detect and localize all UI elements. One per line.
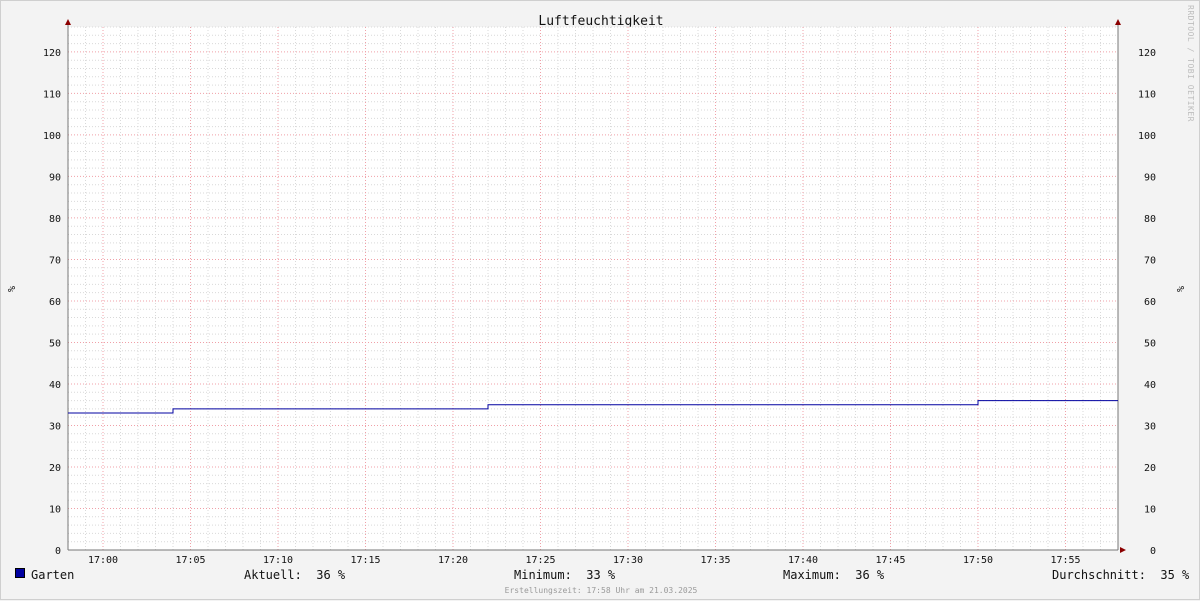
x-tick-label: 17:15: [350, 555, 380, 566]
y-tick-label-left: 110: [43, 89, 61, 100]
y-tick-label-left: 100: [43, 131, 61, 142]
y-tick-label-right: 10: [1144, 504, 1156, 515]
humidity-chart: Luftfeuchtigkeit RRDTOOL / TOBI OETIKER …: [5, 5, 1195, 566]
y-tick-label-left: 120: [43, 48, 61, 59]
x-tick-label: 17:25: [525, 555, 555, 566]
rrdtool-watermark: RRDTOOL / TOBI OETIKER: [1186, 5, 1195, 122]
y-tick-label-left: 60: [49, 297, 61, 308]
y-axis-label-left: %: [5, 286, 16, 292]
x-tick-label: 17:35: [700, 555, 730, 566]
y-axis-label-right: %: [1174, 286, 1185, 292]
y-tick-label-right: 50: [1144, 338, 1156, 349]
y-tick-label-left: 10: [49, 504, 61, 515]
y-tick-label-right: 120: [1138, 48, 1156, 59]
x-tick-label: 17:05: [175, 555, 205, 566]
y-axis-arrow-left: [65, 19, 71, 25]
series-color-swatch: [15, 568, 25, 578]
y-tick-label-right: 20: [1144, 463, 1156, 474]
y-tick-label-left: 20: [49, 463, 61, 474]
creation-timestamp: Erstellungszeit: 17:58 Uhr am 21.03.2025: [504, 586, 698, 595]
chart-frame: Luftfeuchtigkeit RRDTOOL / TOBI OETIKER …: [0, 0, 1200, 600]
x-axis-arrow: [1120, 547, 1126, 553]
x-tick-label: 17:55: [1050, 555, 1080, 566]
y-tick-label-right: 60: [1144, 297, 1156, 308]
y-tick-label-right: 70: [1144, 255, 1156, 266]
legend-maximum-value: Maximum: 36 %: [783, 568, 885, 582]
y-tick-label-left: 90: [49, 172, 61, 183]
x-tick-label: 17:20: [438, 555, 468, 566]
legend-minimum-value: Minimum: 33 %: [514, 568, 616, 582]
y-tick-label-left: 50: [49, 338, 61, 349]
y-tick-label-left: 30: [49, 421, 61, 432]
x-tick-label: 17:30: [613, 555, 643, 566]
x-tick-label: 17:10: [263, 555, 293, 566]
plot-area: 0 0 10 10 20 20 30 30 40 40 50 50 60 60 70 70 80 80 90 90 10…: [43, 19, 1156, 566]
y-tick-label-right: 0: [1150, 546, 1156, 557]
legend-current-value: Aktuell: 36 %: [244, 568, 346, 582]
legend: Garten Aktuell: 36 % Minimum: 33 % Maxim…: [15, 568, 1190, 584]
y-tick-label-right: 40: [1144, 380, 1156, 391]
y-tick-label-left: 0: [55, 546, 61, 557]
x-tick-label: 17:45: [875, 555, 905, 566]
legend-average-value: Durchschnitt: 35 %: [1052, 568, 1190, 582]
y-tick-label-left: 70: [49, 255, 61, 266]
y-tick-label-left: 40: [49, 380, 61, 391]
y-axis-arrow-right: [1115, 19, 1121, 25]
y-tick-label-right: 100: [1138, 131, 1156, 142]
x-tick-label: 17:00: [88, 555, 118, 566]
legend-series-name: Garten: [31, 568, 75, 582]
y-tick-label-left: 80: [49, 214, 61, 225]
y-tick-label-right: 110: [1138, 89, 1156, 100]
y-tick-label-right: 30: [1144, 421, 1156, 432]
y-tick-label-right: 90: [1144, 172, 1156, 183]
x-tick-label: 17:40: [788, 555, 818, 566]
y-tick-label-right: 80: [1144, 214, 1156, 225]
x-tick-label: 17:50: [963, 555, 993, 566]
